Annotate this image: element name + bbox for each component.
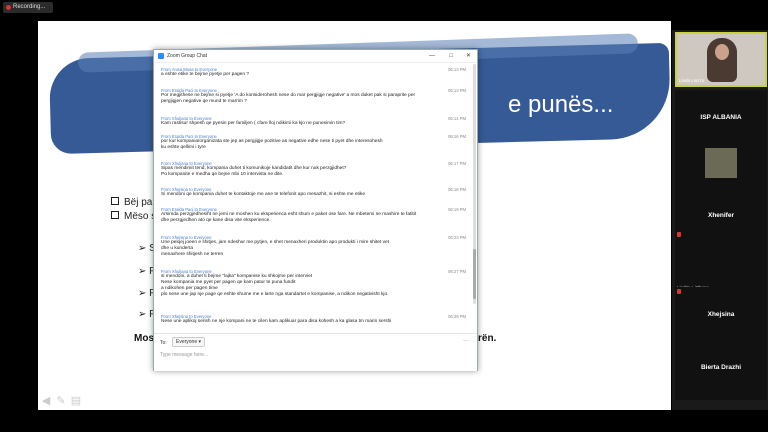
participant-tile[interactable]: Bierta Drazhi — [675, 340, 767, 400]
chat-compose-area: To: Everyone ▾ ··· — [154, 333, 477, 371]
chat-message: From Xhuljana to Everyone 06:17 PM Sipas m… — [161, 161, 466, 178]
chat-message: From Eralda Paci to Everyone 06:19 PM Arsi… — [161, 207, 466, 224]
slide-bullet: Mëso s — [111, 211, 156, 222]
active-speaker-video[interactable]: Linda Lluzzo — [675, 32, 767, 87]
minimize-icon[interactable]: — — [429, 50, 435, 62]
slide-footer-right: rën. — [478, 333, 497, 344]
slide-footer-left: Mos — [134, 333, 154, 344]
message-text: plo nese une jap nje page qe eshte shume… — [161, 292, 389, 297]
message-timestamp: 06:17 PM — [448, 161, 466, 166]
participant-name: Linda Lluzzo — [679, 78, 705, 83]
participant-strip: Linda Lluzzo ISP ALBANIA Sara Kotreli Xh… — [672, 30, 768, 410]
message-timestamp: 06:13 PM — [448, 88, 466, 93]
chat-message: From Xhuljana to Everyone 06:27 PM si mend… — [161, 269, 466, 298]
message-text: Kam rastisur shpesh qe pyesin per familj… — [161, 121, 346, 126]
message-timestamp: 06:14 PM — [448, 116, 466, 121]
message-text: Po kompanite e medha qe bejne mbi 10 int… — [161, 172, 284, 177]
chat-window-title: Zoom Group Chat — [167, 53, 208, 59]
participant-face — [715, 44, 729, 60]
message-timestamp: 06:19 PM — [448, 207, 466, 212]
checkbox-bullet-icon — [111, 197, 119, 205]
slide-title: e punës... — [508, 91, 614, 118]
participant-name: Xhejsina — [707, 311, 735, 318]
message-timestamp: 06:29 PM — [448, 314, 466, 319]
chevron-down-icon: ▾ — [198, 339, 202, 345]
message-text: Nese une aplikoj serish ne nje kompani n… — [161, 319, 392, 324]
chat-message: From Anisa Musa to Everyone 06:13 PM a esh… — [161, 67, 466, 78]
message-text: a eshte etike te bejme pyetje per pagen … — [161, 72, 250, 77]
message-text: ku eshte qellimi i tyre — [161, 145, 206, 150]
message-text: dhe perzgjedhen ato qe kane disa vite ek… — [161, 218, 271, 223]
zoom-logo-icon — [158, 53, 164, 59]
chat-message: From Xhejsina to Everyone 06:23 PM Une pel… — [161, 235, 466, 258]
muted-mic-icon — [677, 289, 681, 294]
chat-message: From Xhuljana to Everyone 06:14 PM Kam ras… — [161, 116, 466, 127]
message-text: menaxhere shitjesh ne terren — [161, 252, 224, 257]
message-text: pergjigjen negative qe mund te marrim ? — [161, 99, 247, 104]
scrollbar-thumb[interactable] — [473, 249, 476, 299]
participant-tile[interactable]: Xhejsina — [675, 287, 767, 347]
to-label: To: — [160, 340, 167, 346]
message-timestamp: 06:13 PM — [448, 67, 466, 72]
slide-bullet: Bëj pak — [111, 197, 157, 208]
checkbox-bullet-icon — [111, 211, 119, 219]
participant-tile[interactable]: Lindita L iPhone — [675, 230, 767, 290]
chat-message: From Xhejsina to Everyone 06:29 PM Nese un… — [161, 314, 466, 325]
participant-name: Bierta Drazhi — [700, 364, 742, 371]
message-timestamp: 06:18 PM — [448, 187, 466, 192]
chat-message-input[interactable] — [160, 350, 460, 360]
maximize-icon[interactable]: □ — [449, 50, 453, 62]
participant-thumbnail — [705, 148, 737, 178]
recording-label: Recording... — [13, 4, 46, 10]
chat-message: From Xhejsina to Everyone 06:18 PM Si mend… — [161, 187, 466, 198]
message-timestamp: 06:16 PM — [448, 134, 466, 139]
participant-name: ISP ALBANIA — [700, 114, 742, 121]
record-dot-icon — [6, 5, 11, 10]
message-timestamp: 06:23 PM — [448, 235, 466, 240]
chat-scrollbar[interactable] — [473, 64, 476, 304]
recording-indicator[interactable]: Recording... — [3, 2, 53, 13]
chat-titlebar[interactable]: Zoom Group Chat — □ ✕ — [154, 50, 477, 63]
menu-icon[interactable]: ▤ — [70, 396, 82, 407]
more-options-icon[interactable]: ··· — [463, 338, 469, 344]
participant-name: Xhenifer — [707, 212, 734, 219]
participant-tile[interactable]: ISP ALBANIA — [675, 90, 767, 150]
muted-mic-icon — [677, 232, 681, 237]
zoom-group-chat-window[interactable]: Zoom Group Chat — □ ✕ From Anisa Musa to… — [153, 49, 478, 371]
pen-icon[interactable]: ✎ — [55, 396, 67, 407]
next-slide-icon[interactable]: ➡ — [86, 396, 98, 407]
previous-slide-icon[interactable]: ◀ — [40, 396, 52, 407]
message-text: Si mendoni qe kompania duhet te kontakto… — [161, 192, 365, 197]
close-icon[interactable]: ✕ — [466, 50, 471, 62]
chat-message: From Eralda Paci to Everyone 06:13 PM Por … — [161, 88, 466, 105]
message-timestamp: 06:27 PM — [448, 269, 466, 274]
recipient-dropdown[interactable]: Everyone ▾ — [172, 337, 206, 347]
chat-message: From Eralda Paci to Everyone 06:16 PM por … — [161, 134, 466, 151]
